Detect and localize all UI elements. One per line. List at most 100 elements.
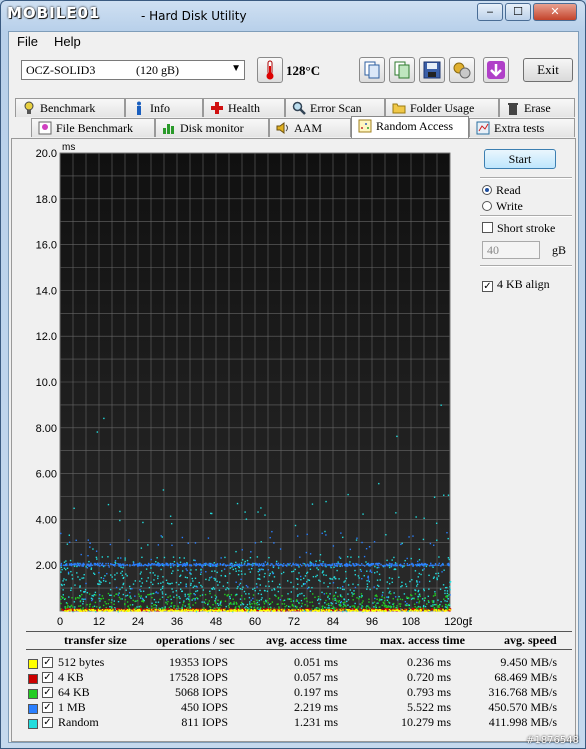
close-button[interactable]: ✕ bbox=[533, 3, 577, 21]
data-point bbox=[129, 604, 132, 606]
data-point bbox=[317, 598, 320, 600]
tab-error-scan[interactable]: Error Scan bbox=[285, 98, 385, 117]
data-point bbox=[151, 596, 153, 599]
copy-screenshot-button[interactable] bbox=[389, 57, 415, 83]
options-button[interactable] bbox=[449, 57, 475, 83]
data-point bbox=[398, 576, 400, 578]
drive-select[interactable]: OCZ-SOLID3 (120 gB) ▼ bbox=[21, 60, 245, 80]
data-point bbox=[316, 607, 319, 609]
data-point bbox=[235, 610, 237, 612]
data-point bbox=[325, 574, 327, 577]
data-point bbox=[336, 569, 338, 572]
table-rule bbox=[26, 631, 572, 632]
tab-benchmark[interactable]: Benchmark bbox=[15, 98, 125, 117]
data-point bbox=[111, 563, 114, 566]
write-radio[interactable]: Write bbox=[482, 199, 523, 214]
tab-aam[interactable]: AAM bbox=[269, 118, 351, 137]
data-point bbox=[327, 596, 329, 598]
data-point bbox=[220, 574, 222, 577]
data-point bbox=[91, 609, 94, 612]
data-point bbox=[331, 564, 333, 566]
data-point bbox=[181, 570, 184, 572]
data-point bbox=[62, 609, 65, 611]
data-point bbox=[272, 572, 274, 575]
data-point bbox=[338, 563, 340, 565]
exit-button[interactable]: Exit bbox=[523, 58, 573, 82]
start-button[interactable]: Start bbox=[484, 149, 556, 169]
read-radio[interactable]: Read bbox=[482, 183, 521, 198]
series-checkbox[interactable]: ✓ bbox=[42, 717, 53, 728]
data-point bbox=[263, 609, 266, 612]
series-checkbox[interactable]: ✓ bbox=[42, 687, 53, 698]
tab-extra-tests[interactable]: Extra tests bbox=[469, 118, 575, 137]
data-point bbox=[318, 564, 321, 566]
data-point bbox=[72, 606, 74, 608]
download-button[interactable] bbox=[483, 57, 509, 83]
data-point bbox=[208, 579, 210, 581]
tab-file-benchmark[interactable]: File Benchmark bbox=[31, 118, 155, 137]
data-point bbox=[241, 609, 244, 612]
data-point bbox=[413, 597, 415, 600]
data-point bbox=[105, 603, 107, 605]
data-point bbox=[171, 544, 173, 547]
maximize-button[interactable]: ☐ bbox=[505, 3, 531, 21]
data-point bbox=[253, 562, 255, 565]
tab-random-access[interactable]: Random Access bbox=[351, 116, 469, 138]
data-point bbox=[234, 607, 236, 609]
data-point bbox=[419, 565, 421, 567]
data-point bbox=[240, 604, 242, 606]
trash-can-icon bbox=[506, 101, 520, 115]
data-point bbox=[418, 559, 421, 561]
short-stroke-checkbox[interactable]: Short stroke bbox=[482, 221, 555, 236]
data-point bbox=[337, 587, 339, 589]
avg-access-cell: 0.197 ms bbox=[293, 685, 338, 699]
align-4kb-checkbox[interactable]: ✓ 4 KB align bbox=[482, 277, 550, 292]
tab-health[interactable]: Health bbox=[203, 98, 285, 117]
tab-erase[interactable]: Erase bbox=[499, 98, 575, 117]
stroke-size-spinner[interactable]: 40 bbox=[482, 241, 540, 259]
data-point bbox=[70, 570, 72, 573]
data-point bbox=[235, 564, 237, 566]
data-point bbox=[86, 603, 88, 606]
save-button[interactable] bbox=[419, 57, 445, 83]
data-point bbox=[241, 573, 243, 575]
data-point bbox=[104, 564, 106, 567]
data-point bbox=[166, 563, 169, 565]
data-point bbox=[300, 564, 303, 567]
series-checkbox[interactable]: ✓ bbox=[42, 672, 53, 683]
data-point bbox=[401, 581, 403, 584]
data-point bbox=[381, 596, 383, 598]
data-point bbox=[184, 595, 187, 597]
data-point bbox=[396, 435, 398, 438]
minimize-button[interactable]: ‒ bbox=[477, 3, 503, 21]
title-bar[interactable]: MOBILE01 - Hard Disk Utility ‒ ☐ ✕ bbox=[1, 1, 585, 31]
data-point bbox=[345, 563, 348, 566]
temperature-button[interactable] bbox=[257, 57, 283, 83]
copy-text-button[interactable] bbox=[359, 57, 385, 83]
data-point bbox=[335, 565, 337, 567]
data-point bbox=[378, 562, 381, 565]
series-checkbox[interactable]: ✓ bbox=[42, 702, 53, 713]
menu-file[interactable]: File bbox=[17, 34, 38, 49]
data-point bbox=[196, 586, 198, 588]
data-point bbox=[363, 555, 366, 558]
tab-info[interactable]: Info bbox=[125, 98, 203, 117]
data-point bbox=[358, 597, 360, 600]
data-point bbox=[434, 591, 436, 593]
data-point bbox=[190, 569, 192, 571]
tab-folder-usage[interactable]: Folder Usage bbox=[385, 98, 499, 117]
data-point bbox=[317, 568, 319, 571]
data-point bbox=[408, 610, 411, 612]
tab-disk-monitor[interactable]: Disk monitor bbox=[155, 118, 269, 137]
data-point bbox=[99, 606, 102, 608]
watermark: #1876548 bbox=[526, 735, 579, 746]
series-checkbox[interactable]: ✓ bbox=[42, 657, 53, 668]
menu-help[interactable]: Help bbox=[54, 34, 81, 49]
data-point bbox=[195, 569, 197, 571]
data-point bbox=[318, 559, 321, 562]
header-ops: operations / sec bbox=[156, 633, 235, 647]
data-point bbox=[142, 521, 144, 524]
data-point bbox=[316, 599, 319, 601]
data-point bbox=[138, 593, 140, 595]
data-point bbox=[214, 598, 217, 600]
